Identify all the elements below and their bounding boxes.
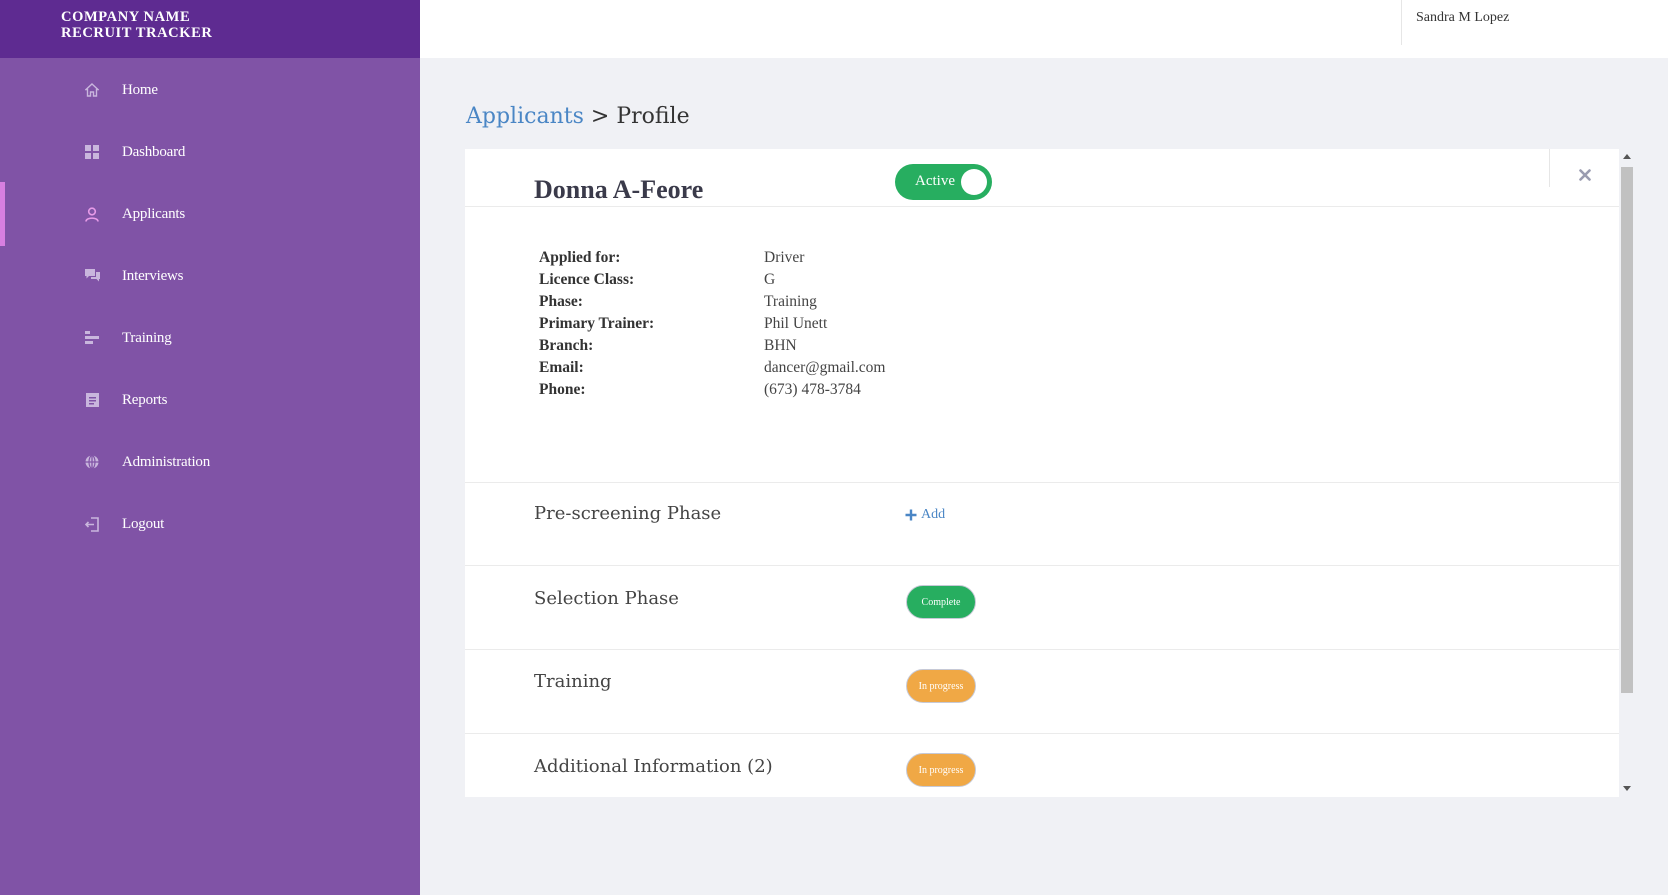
detail-value: Phil Unett	[764, 315, 828, 332]
home-icon	[84, 82, 100, 98]
applicant-name: Donna A-Feore	[534, 175, 704, 204]
status-badge-in-progress[interactable]: In progress	[906, 669, 976, 703]
phase-title: Pre-screening Phase	[534, 503, 722, 524]
detail-row-licence-class: Licence Class: G	[539, 271, 1139, 293]
detail-label: Applied for:	[539, 249, 621, 266]
phase-row-training: Training In progress	[465, 649, 1619, 733]
detail-row-primary-trainer: Primary Trainer: Phil Unett	[539, 315, 1139, 337]
detail-value: (673) 478-3784	[764, 381, 861, 398]
card-scrollbar[interactable]	[1620, 149, 1634, 797]
top-bar: Sandra M Lopez	[420, 0, 1668, 58]
sidebar: COMPANY NAME RECRUIT TRACKER Home Dashbo…	[0, 0, 420, 895]
detail-label: Branch:	[539, 337, 594, 354]
globe-icon	[84, 454, 100, 470]
add-label: Add	[921, 507, 946, 522]
sidebar-item-logout[interactable]: Logout	[0, 492, 420, 556]
breadcrumb: Applicants > Profile	[466, 104, 690, 129]
detail-row-email: Email: dancer@gmail.com	[539, 359, 1139, 381]
phase-title: Selection Phase	[534, 588, 679, 609]
detail-row-branch: Branch: BHN	[539, 337, 1139, 359]
logout-icon	[84, 516, 100, 532]
brand-logo: COMPANY NAME RECRUIT TRACKER	[0, 0, 420, 58]
user-icon	[84, 206, 100, 222]
close-button[interactable]	[1575, 165, 1595, 185]
divider	[1549, 149, 1550, 187]
scroll-down-arrow-icon[interactable]	[1623, 786, 1631, 791]
sidebar-item-label: Interviews	[122, 267, 184, 284]
sidebar-item-applicants[interactable]: Applicants	[0, 182, 420, 246]
report-icon	[84, 392, 100, 408]
divider	[1401, 0, 1402, 45]
sidebar-item-interviews[interactable]: Interviews	[0, 244, 420, 308]
phase-row-pre-screening: Pre-screening Phase Add	[465, 482, 1619, 565]
detail-row-phone: Phone: (673) 478-3784	[539, 381, 1139, 403]
plus-icon	[905, 509, 917, 521]
add-pre-screening-button[interactable]: Add	[905, 507, 945, 523]
detail-value: dancer@gmail.com	[764, 359, 886, 376]
brand-company-name: COMPANY NAME	[61, 9, 191, 25]
toggle-label: Active	[915, 173, 955, 189]
sidebar-item-dashboard[interactable]: Dashboard	[0, 120, 420, 184]
breadcrumb-separator: >	[590, 104, 610, 129]
sidebar-item-label: Administration	[122, 453, 211, 470]
sidebar-item-label: Home	[122, 81, 158, 98]
dashboard-icon	[84, 144, 100, 160]
detail-label: Email:	[539, 359, 584, 376]
sidebar-item-label: Applicants	[122, 205, 185, 222]
detail-label: Phone:	[539, 381, 586, 398]
sidebar-item-label: Logout	[122, 515, 165, 532]
detail-value: BHN	[764, 337, 797, 354]
profile-card: Donna A-Feore Active Applied for: Driver…	[465, 149, 1619, 797]
phase-title: Additional Information (2)	[534, 756, 773, 777]
user-menu[interactable]: Sandra M Lopez	[1416, 10, 1509, 26]
chat-icon	[84, 268, 100, 284]
detail-value: Driver	[764, 249, 805, 266]
sidebar-item-home[interactable]: Home	[0, 58, 420, 122]
detail-label: Phase:	[539, 293, 583, 310]
phase-title: Training	[534, 671, 612, 692]
active-status-toggle[interactable]: Active	[895, 164, 992, 200]
breadcrumb-current: Profile	[616, 104, 690, 129]
toggle-knob	[961, 169, 987, 195]
scrollbar-thumb[interactable]	[1621, 167, 1633, 693]
detail-value: G	[764, 271, 776, 288]
detail-value: Training	[764, 293, 817, 310]
sidebar-item-label: Reports	[122, 391, 168, 408]
profile-header: Donna A-Feore Active	[465, 149, 1619, 207]
training-icon	[84, 330, 100, 346]
status-badge-complete[interactable]: Complete	[906, 585, 976, 619]
status-badge-in-progress[interactable]: In progress	[906, 753, 976, 787]
detail-row-applied-for: Applied for: Driver	[539, 249, 1139, 271]
brand-app-name: RECRUIT TRACKER	[61, 25, 213, 41]
breadcrumb-applicants-link[interactable]: Applicants	[466, 104, 584, 129]
close-icon	[1579, 169, 1591, 181]
sidebar-item-label: Training	[122, 329, 172, 346]
detail-row-phase: Phase: Training	[539, 293, 1139, 315]
sidebar-item-label: Dashboard	[122, 143, 186, 160]
detail-label: Licence Class:	[539, 271, 635, 288]
sidebar-item-training[interactable]: Training	[0, 306, 420, 370]
sidebar-item-reports[interactable]: Reports	[0, 368, 420, 432]
sidebar-item-administration[interactable]: Administration	[0, 430, 420, 494]
phase-row-selection: Selection Phase Complete	[465, 565, 1619, 649]
phase-row-additional-information: Additional Information (2) In progress	[465, 733, 1619, 797]
applicant-details: Applied for: Driver Licence Class: G Pha…	[539, 249, 1139, 403]
scroll-up-arrow-icon[interactable]	[1623, 154, 1631, 159]
detail-label: Primary Trainer:	[539, 315, 655, 332]
